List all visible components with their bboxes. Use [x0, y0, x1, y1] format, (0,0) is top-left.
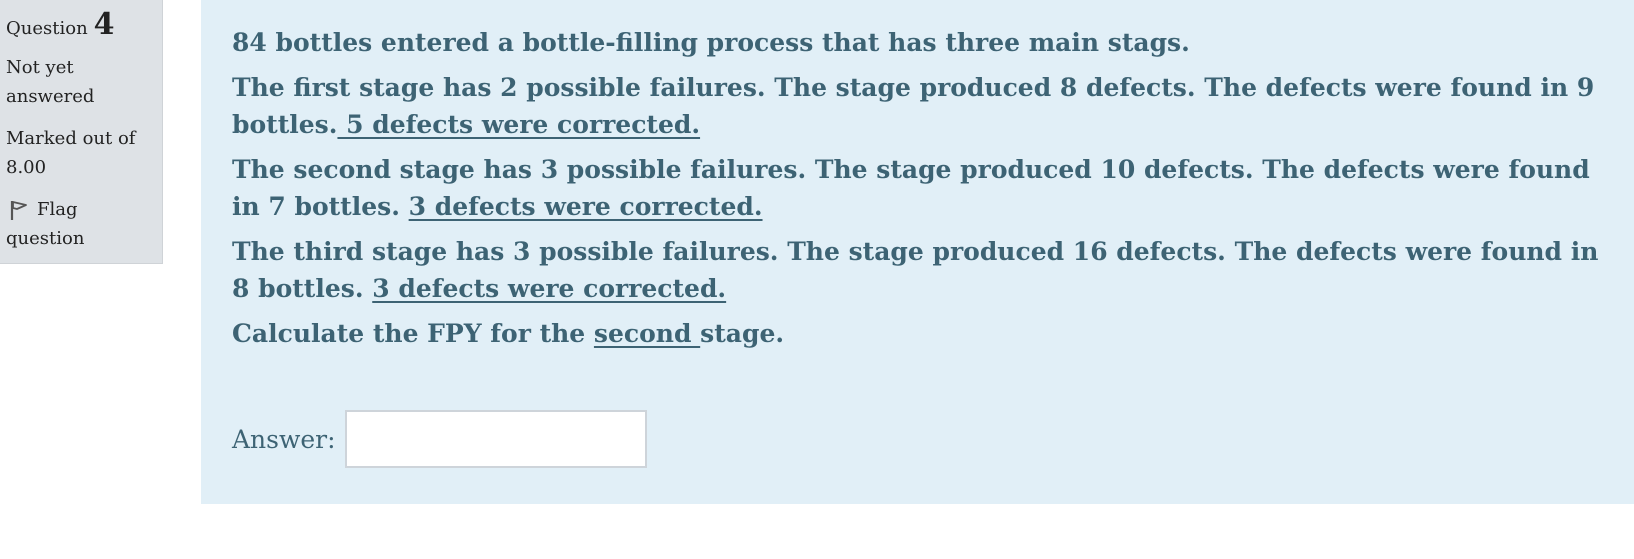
- flag-question-button[interactable]: Flag question: [6, 195, 156, 253]
- question-number-heading: Question 4: [6, 10, 156, 43]
- stage3-corrected: 3 defects were corrected.: [372, 274, 727, 303]
- question-number: 4: [93, 7, 115, 42]
- grade-line-2: 8.00: [6, 157, 47, 178]
- question-content: 84 bottles entered a bottle-filling proc…: [201, 0, 1634, 504]
- calc-emphasis: second: [593, 319, 701, 348]
- stage1-corrected: 5 defects were corrected.: [337, 110, 701, 139]
- intro-paragraph: 84 bottles entered a bottle-filling proc…: [232, 28, 1190, 57]
- flag-icon[interactable]: [9, 199, 29, 221]
- stage3-paragraph: The third stage has 3 possible failures.…: [232, 233, 1603, 307]
- answer-label: Answer:: [232, 424, 336, 454]
- state-line-2: answered: [6, 86, 95, 107]
- question-state: Not yet answered: [6, 53, 156, 111]
- flag-label-1[interactable]: Flag: [37, 199, 78, 220]
- question-label: Question: [6, 18, 88, 39]
- stage1-paragraph: The first stage has 2 possible failures.…: [232, 69, 1603, 143]
- state-line-1: Not yet: [6, 57, 74, 78]
- answer-input[interactable]: [344, 410, 647, 468]
- calc-suffix: stage.: [700, 319, 785, 348]
- grade-line-1: Marked out of: [6, 128, 136, 149]
- question-info-panel: Question 4 Not yet answered Marked out o…: [0, 0, 163, 264]
- calc-prefix: Calculate the FPY for the: [232, 319, 594, 348]
- stage2-paragraph: The second stage has 3 possible failures…: [232, 151, 1603, 225]
- answer-row: Answer:: [232, 410, 647, 468]
- stage2-corrected: 3 defects were corrected.: [408, 192, 763, 221]
- question-grade: Marked out of 8.00: [6, 124, 156, 182]
- flag-label-2[interactable]: question: [6, 228, 84, 249]
- question-text: 84 bottles entered a bottle-filling proc…: [232, 24, 1603, 352]
- calculate-paragraph: Calculate the FPY for the second stage.: [232, 315, 1603, 352]
